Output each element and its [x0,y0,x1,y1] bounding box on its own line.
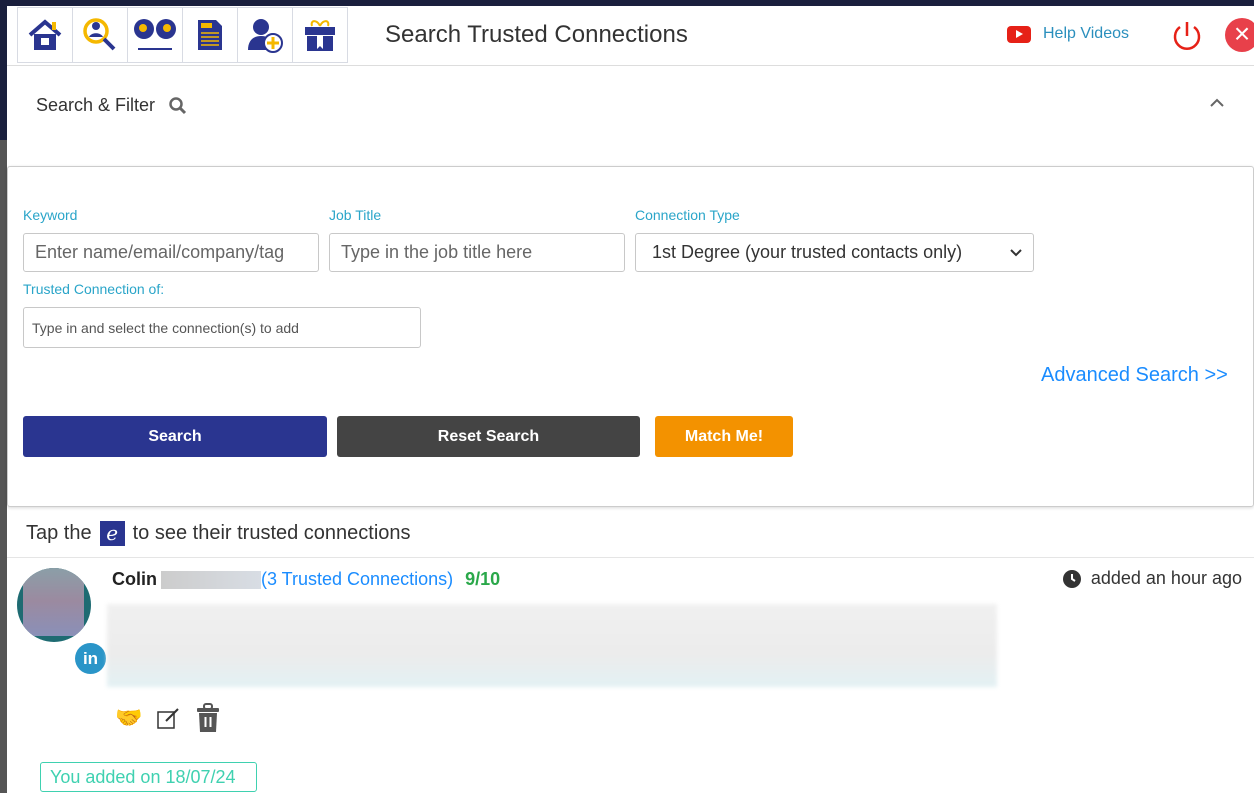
youtube-icon [1007,25,1031,43]
trusted-connections-link[interactable]: (3 Trusted Connections) [261,569,453,590]
tip-before: Tap the [26,522,92,544]
contact-actions: 🤝 [115,703,220,733]
nav-icons [17,7,348,63]
search-person-icon[interactable] [72,7,128,63]
redacted-surname [161,570,261,589]
tip-after: to see their trusted connections [132,522,411,544]
contact-name[interactable]: Colin [112,569,157,590]
added-time: added an hour ago [1062,568,1242,589]
avatar[interactable] [17,568,91,642]
home-icon[interactable] [17,7,73,63]
gift-icon[interactable] [292,7,348,63]
divider [7,557,1254,558]
help-videos-link[interactable]: Help Videos [1007,25,1129,43]
match-me-button[interactable]: Match Me! [655,416,793,457]
added-time-text: added an hour ago [1090,568,1242,588]
tip-text: Tap the e to see their trusted connections [26,521,411,546]
help-videos-label: Help Videos [1043,25,1129,42]
search-filter-title: Search & Filter [36,95,156,115]
close-icon[interactable]: × [1225,18,1254,52]
job-title-label: Job Title [329,207,382,223]
search-button[interactable]: Search [23,416,327,457]
linkedin-icon[interactable]: in [75,643,106,674]
document-icon[interactable] [182,7,238,63]
connection-type-value: 1st Degree (your trusted contacts only) [652,242,963,262]
trash-icon[interactable] [196,703,220,733]
modal-window: Search Trusted Connections Help Videos ×… [7,6,1254,793]
top-bar: Search Trusted Connections Help Videos × [7,6,1254,66]
score-badge: 9/10 [465,569,501,589]
search-filter-header[interactable]: Search & Filter [36,95,187,116]
add-user-icon[interactable] [237,7,293,63]
contact-name-row: Colin (3 Trusted Connections) 9/10 [112,569,500,590]
trusted-of-label: Trusted Connection of: [23,281,165,297]
job-title-input[interactable]: Type in the job title here [329,233,625,272]
redacted-details [107,604,997,687]
chevron-up-icon[interactable] [1209,92,1225,113]
background-edge [0,140,7,793]
search-icon [169,96,187,114]
filter-panel: Keyword Enter name/email/company/tag Job… [7,166,1254,507]
added-on-badge: You added on 18/07/24 [40,762,257,792]
keyword-label: Keyword [23,207,78,223]
page-title: Search Trusted Connections [385,21,688,48]
connection-type-select[interactable]: 1st Degree (your trusted contacts only) [635,233,1034,272]
clock-icon [1062,569,1081,588]
handshake-icon[interactable]: 🤝 [115,705,142,731]
edit-icon[interactable] [156,706,182,730]
e-icon: e [99,521,125,546]
power-icon[interactable] [1170,19,1204,58]
connection-type-label: Connection Type [635,207,740,223]
mind-exchange-icon[interactable] [127,7,183,63]
reset-search-button[interactable]: Reset Search [337,416,640,457]
advanced-search-link[interactable]: Advanced Search >> [1041,364,1228,387]
trusted-of-input[interactable]: Type in and select the connection(s) to … [23,307,421,348]
chevron-down-icon [1010,248,1022,256]
keyword-input[interactable]: Enter name/email/company/tag [23,233,319,272]
